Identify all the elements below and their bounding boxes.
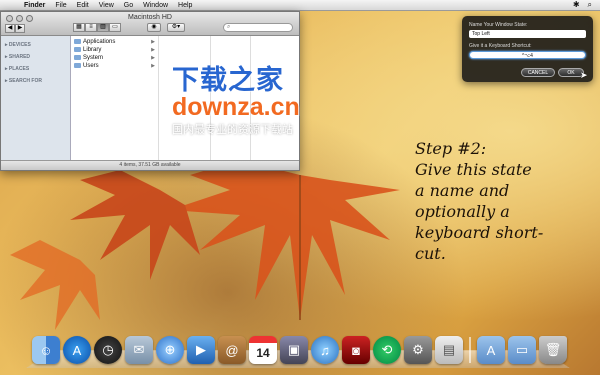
dock: ☺ A ◷ ✉ ⊕ ▶ @ 14 ▣ ♫ ◙ ⟲ ⚙ ▤ A ▭ 🗑 <box>32 336 567 364</box>
menu-file[interactable]: File <box>55 2 66 9</box>
menu-window[interactable]: Window <box>143 2 168 9</box>
search-input[interactable]: ⌕ <box>223 23 293 32</box>
list-item[interactable]: System ▶ <box>71 54 158 62</box>
documents-folder-icon[interactable]: ▭ <box>508 336 536 364</box>
status-bar: 4 items, 37.51 GB available <box>1 160 299 170</box>
system-preferences-icon[interactable]: ⚙ <box>404 336 432 364</box>
watermark: 下载之家 downza.cn 国内最专业的资源下载站 <box>172 58 372 137</box>
menu-help[interactable]: Help <box>178 2 192 9</box>
list-view-button[interactable]: ≡ <box>85 23 97 32</box>
dashboard-icon[interactable]: ◷ <box>94 336 122 364</box>
preview-icon[interactable]: ▤ <box>435 336 463 364</box>
chevron-right-icon: ▶ <box>151 39 155 45</box>
shortcut-field[interactable]: ^⌥4 <box>469 51 586 59</box>
quick-look-button[interactable]: ◉ <box>147 23 161 32</box>
menu-bar: Finder File Edit View Go Window Help ✱ ⌕ <box>0 0 600 11</box>
app-store-icon[interactable]: A <box>63 336 91 364</box>
sidebar-section-places[interactable]: ▸ PLACES <box>5 66 70 72</box>
column-browser-1: Applications ▶ Library ▶ System ▶ Users ▶ <box>71 36 159 162</box>
cancel-button[interactable]: CANCEL <box>521 68 555 77</box>
action-gear-button[interactable]: ⚙▾ <box>167 23 185 32</box>
address-book-icon[interactable]: @ <box>218 336 246 364</box>
sidebar-section-devices[interactable]: ▸ DEVICES <box>5 42 70 48</box>
itunes-icon[interactable]: ♫ <box>311 336 339 364</box>
safari-icon[interactable]: ⊕ <box>156 336 184 364</box>
chevron-right-icon: ▶ <box>151 47 155 53</box>
menu-edit[interactable]: Edit <box>77 2 89 9</box>
folder-icon <box>74 63 81 68</box>
step-instructions: Step #2: Give this state a name and opti… <box>415 138 595 264</box>
window-state-dialog: Name Your Window State: Top Left Give it… <box>462 16 593 82</box>
applications-folder-icon[interactable]: A <box>477 336 505 364</box>
chevron-right-icon: ▶ <box>151 55 155 61</box>
list-item[interactable]: Users ▶ <box>71 62 158 70</box>
name-label: Name Your Window State: <box>469 22 528 28</box>
trash-icon[interactable]: 🗑 <box>539 336 567 364</box>
finder-sidebar: ▸ DEVICES ▸ SHARED ▸ PLACES ▸ SEARCH FOR <box>1 36 71 162</box>
sidebar-section-shared[interactable]: ▸ SHARED <box>5 54 70 60</box>
step-line: keyboard short- <box>415 223 544 242</box>
iphoto-icon[interactable]: ▣ <box>280 336 308 364</box>
window-title: Macintosh HD <box>128 14 172 21</box>
state-name-field[interactable]: Top Left <box>469 30 586 38</box>
finder-titlebar[interactable]: Macintosh HD ◀ ▶ ▦ ≡ ▥ ▭ ◉ ⚙▾ ⌕ <box>1 12 299 36</box>
forward-button[interactable]: ▶ <box>15 24 25 33</box>
watermark-sub: 国内最专业的资源下载站 <box>172 124 293 136</box>
coverflow-view-button[interactable]: ▭ <box>109 23 121 32</box>
ical-icon[interactable]: 14 <box>249 336 277 364</box>
status-star-icon[interactable]: ✱ <box>573 0 580 10</box>
icon-view-button[interactable]: ▦ <box>73 23 85 32</box>
photo-booth-icon[interactable]: ◙ <box>342 336 370 364</box>
menu-view[interactable]: View <box>99 2 114 9</box>
watermark-en: downza.cn <box>172 93 300 121</box>
back-button[interactable]: ◀ <box>5 24 15 33</box>
folder-icon <box>74 55 81 60</box>
spotlight-icon[interactable]: ⌕ <box>588 0 592 10</box>
column-view-button[interactable]: ▥ <box>97 23 109 32</box>
folder-icon <box>74 39 81 44</box>
step-line: Step #2: <box>415 139 487 158</box>
sidebar-section-search-for[interactable]: ▸ SEARCH FOR <box>5 78 70 84</box>
time-machine-icon[interactable]: ⟲ <box>373 336 401 364</box>
list-item[interactable]: Applications ▶ <box>71 38 158 46</box>
menu-go[interactable]: Go <box>124 2 133 9</box>
folder-icon <box>74 47 81 52</box>
shortcut-label: Give it a Keyboard Shortcut: <box>469 43 532 49</box>
step-line: Give this state <box>415 160 532 179</box>
chevron-right-icon: ▶ <box>151 63 155 69</box>
search-icon: ⌕ <box>227 24 231 30</box>
mouse-cursor-icon: ➤ <box>580 70 588 80</box>
dock-separator <box>469 337 471 363</box>
mail-icon[interactable]: ✉ <box>125 336 153 364</box>
nav-buttons: ◀ ▶ <box>5 24 25 33</box>
step-line: optionally a <box>415 202 510 221</box>
watermark-cn: 下载之家 <box>172 65 284 96</box>
facetime-icon[interactable]: ▶ <box>187 336 215 364</box>
step-line: cut. <box>415 244 446 263</box>
list-item[interactable]: Library ▶ <box>71 46 158 54</box>
step-line: a name and <box>415 181 510 200</box>
menu-finder[interactable]: Finder <box>24 2 45 9</box>
view-buttons: ▦ ≡ ▥ ▭ <box>73 23 121 32</box>
finder-icon[interactable]: ☺ <box>32 336 60 364</box>
